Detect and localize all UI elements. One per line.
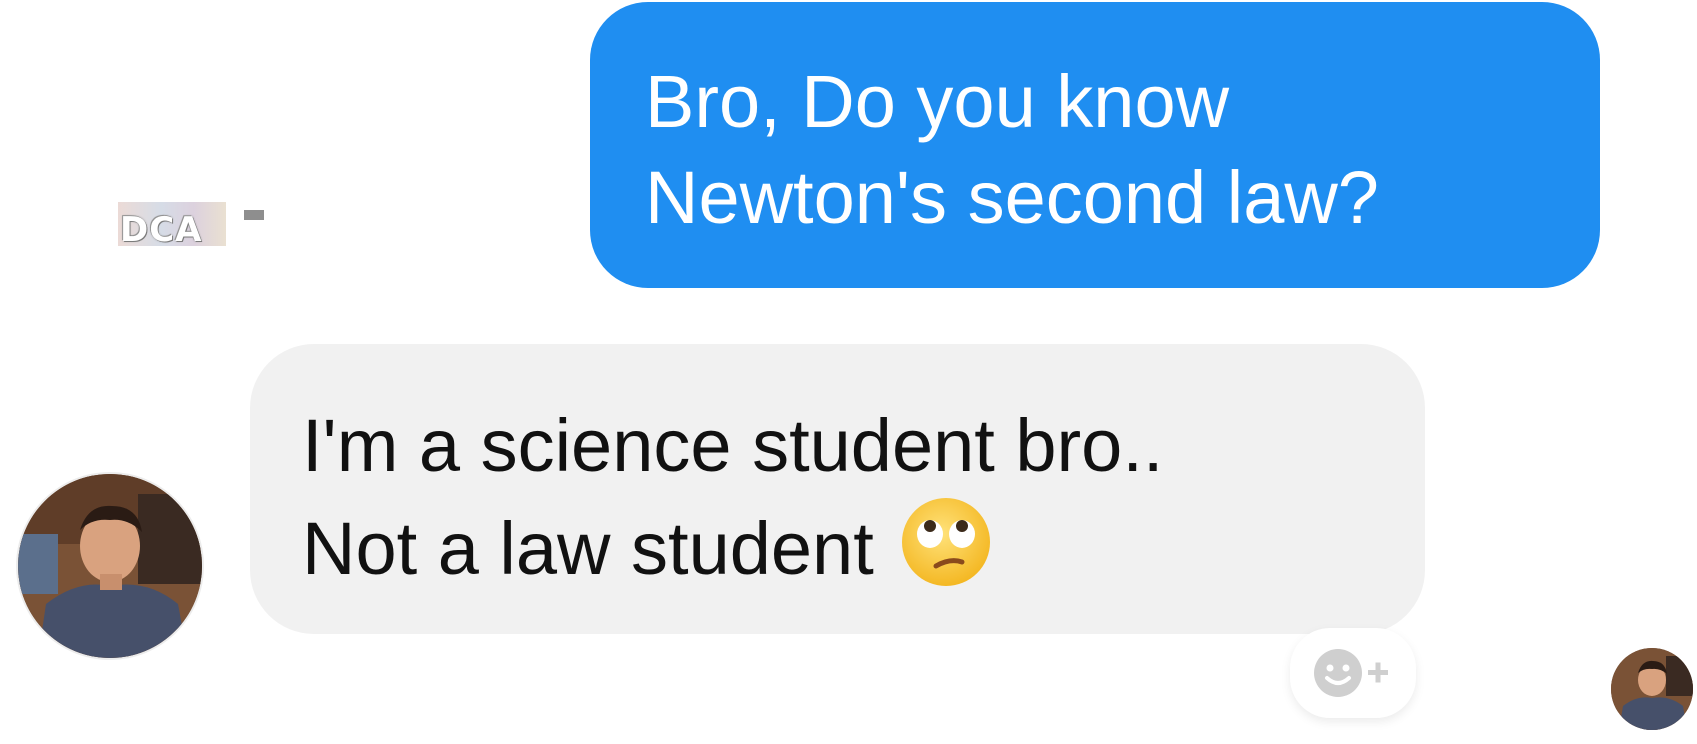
contact-avatar-photo (18, 474, 202, 658)
read-receipt-avatar-photo (1611, 648, 1693, 730)
contact-avatar[interactable] (18, 474, 202, 658)
sent-message-bubble[interactable]: Bro, Do you know Newton's second law? (590, 2, 1600, 288)
watermark: DCA (118, 196, 278, 252)
sent-message-line-1: Bro, Do you know (645, 60, 1230, 143)
sent-message-line-2: Newton's second law? (645, 156, 1379, 239)
received-message-line-1: I'm a science student bro.. (302, 404, 1164, 487)
read-receipt-avatar (1611, 648, 1693, 730)
received-message-line-2-wrap: Not a law student (302, 496, 1425, 599)
add-reaction-icon (1314, 649, 1388, 697)
received-message-bubble[interactable]: I'm a science student bro.. Not a law st… (250, 344, 1425, 634)
add-reaction-button[interactable] (1290, 628, 1416, 718)
watermark-text: DCA (120, 210, 203, 250)
eye-roll-emoji-icon (900, 496, 992, 588)
received-message-line-2: Not a law student (302, 507, 874, 590)
chat-view: DCA Bro, Do you know Newton's second law… (0, 0, 1697, 744)
